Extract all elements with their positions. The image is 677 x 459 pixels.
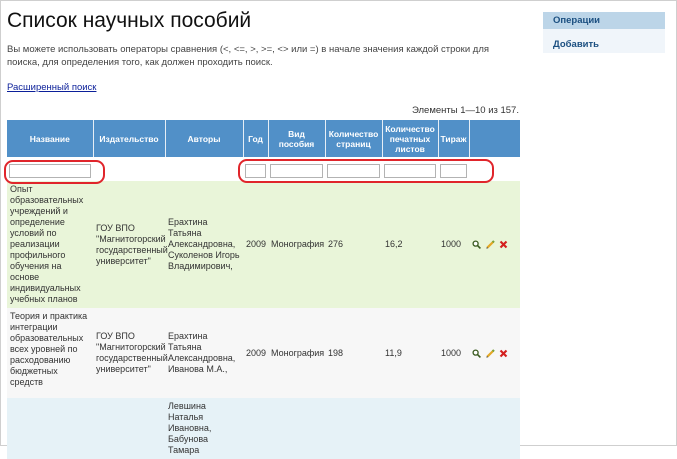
filter-row — [7, 157, 520, 181]
cell-year: 2009 — [243, 181, 268, 308]
cell-kind: Монография — [268, 308, 325, 398]
delete-x-icon[interactable] — [499, 240, 508, 249]
operations-body: Добавить — [543, 29, 665, 53]
filter-cell — [469, 157, 520, 181]
cell-authors: Левшина Наталья Ивановна, Бабунова Тамар… — [165, 398, 243, 459]
filter-pages-input[interactable] — [327, 163, 380, 178]
filter-name-input[interactable] — [9, 163, 91, 178]
col-header-kind[interactable]: Вид пособия — [267, 120, 325, 157]
cell-copies: 1000 — [438, 308, 469, 398]
filter-cell — [438, 157, 469, 181]
cell-actions — [469, 398, 520, 459]
magnifier-icon[interactable] — [472, 349, 481, 358]
table-row: Левшина Наталья Ивановна, Бабунова Тамар… — [7, 398, 520, 459]
cell-authors: Ерахтина Татьяна Александровна, Суколено… — [165, 181, 243, 308]
magnifier-icon[interactable] — [472, 240, 481, 250]
filter-cell — [165, 157, 243, 181]
filter-cell — [243, 157, 268, 181]
col-header-pages[interactable]: Количество страниц — [324, 120, 382, 157]
filter-copies-input[interactable] — [440, 163, 467, 178]
cell-pages: 276 — [325, 181, 382, 308]
filter-cell — [93, 157, 165, 181]
col-header-actions — [468, 120, 520, 157]
cell-name — [7, 398, 93, 459]
filter-cell — [268, 157, 325, 181]
cell-copies: 1000 — [438, 181, 469, 308]
delete-x-icon[interactable] — [499, 349, 508, 358]
operations-panel: Операции Добавить — [543, 12, 665, 53]
col-header-name[interactable]: Название — [7, 120, 93, 157]
filter-year-input[interactable] — [245, 163, 266, 178]
cell-publisher: ГОУ ВПО "Магнитогорский государственный … — [93, 308, 168, 398]
cell-actions — [469, 181, 520, 308]
cell-pages: 198 — [325, 308, 382, 398]
filter-cell — [325, 157, 382, 181]
col-header-copies[interactable]: Тираж — [437, 120, 469, 157]
pencil-icon[interactable] — [485, 240, 495, 249]
cell-kind — [268, 398, 325, 459]
filter-cell — [7, 157, 93, 181]
cell-authors: Ерахтина Татьяна Александровна, Иванова … — [165, 308, 243, 398]
col-header-sheets[interactable]: Количество печатных листов — [381, 120, 438, 157]
cell-copies — [438, 398, 469, 459]
filter-kind-input[interactable] — [270, 163, 323, 178]
cell-publisher — [93, 398, 165, 459]
cell-sheets: 11,9 — [382, 308, 438, 398]
pencil-icon[interactable] — [485, 348, 495, 358]
page-title: Список научных пособий — [7, 9, 252, 32]
cell-year: 2009 — [243, 308, 268, 398]
cell-pages — [325, 398, 382, 459]
table-row: Теория и практика интеграции образовател… — [7, 308, 520, 398]
cell-sheets: 16,2 — [382, 181, 438, 308]
table-row: Опыт образовательных учреждений и опреде… — [7, 181, 520, 308]
cell-name: Опыт образовательных учреждений и опреде… — [7, 181, 93, 308]
operations-title: Операции — [543, 12, 665, 29]
cell-year — [243, 398, 268, 459]
col-header-publisher[interactable]: Издательство — [92, 120, 165, 157]
header-row: Название Издательство Авторы Год Вид пос… — [7, 120, 520, 157]
cell-name: Теория и практика интеграции образовател… — [7, 308, 93, 398]
add-button[interactable]: Добавить — [553, 39, 599, 50]
cell-sheets — [382, 398, 438, 459]
advanced-search-link[interactable]: Расширенный поиск — [7, 82, 96, 93]
filter-sheets-input[interactable] — [384, 163, 436, 178]
col-header-authors[interactable]: Авторы — [164, 120, 243, 157]
search-hint: Вы можете использовать операторы сравнен… — [7, 44, 490, 68]
grid-table: Название Издательство Авторы Год Вид пос… — [7, 120, 520, 459]
filter-cell — [382, 157, 438, 181]
col-header-year[interactable]: Год — [242, 120, 268, 157]
pager-summary: Элементы 1—10 из 157. — [411, 105, 519, 116]
cell-publisher: ГОУ ВПО "Магнитогорский государственный … — [93, 181, 168, 308]
cell-kind: Монография — [268, 181, 325, 308]
cell-actions — [469, 308, 520, 398]
